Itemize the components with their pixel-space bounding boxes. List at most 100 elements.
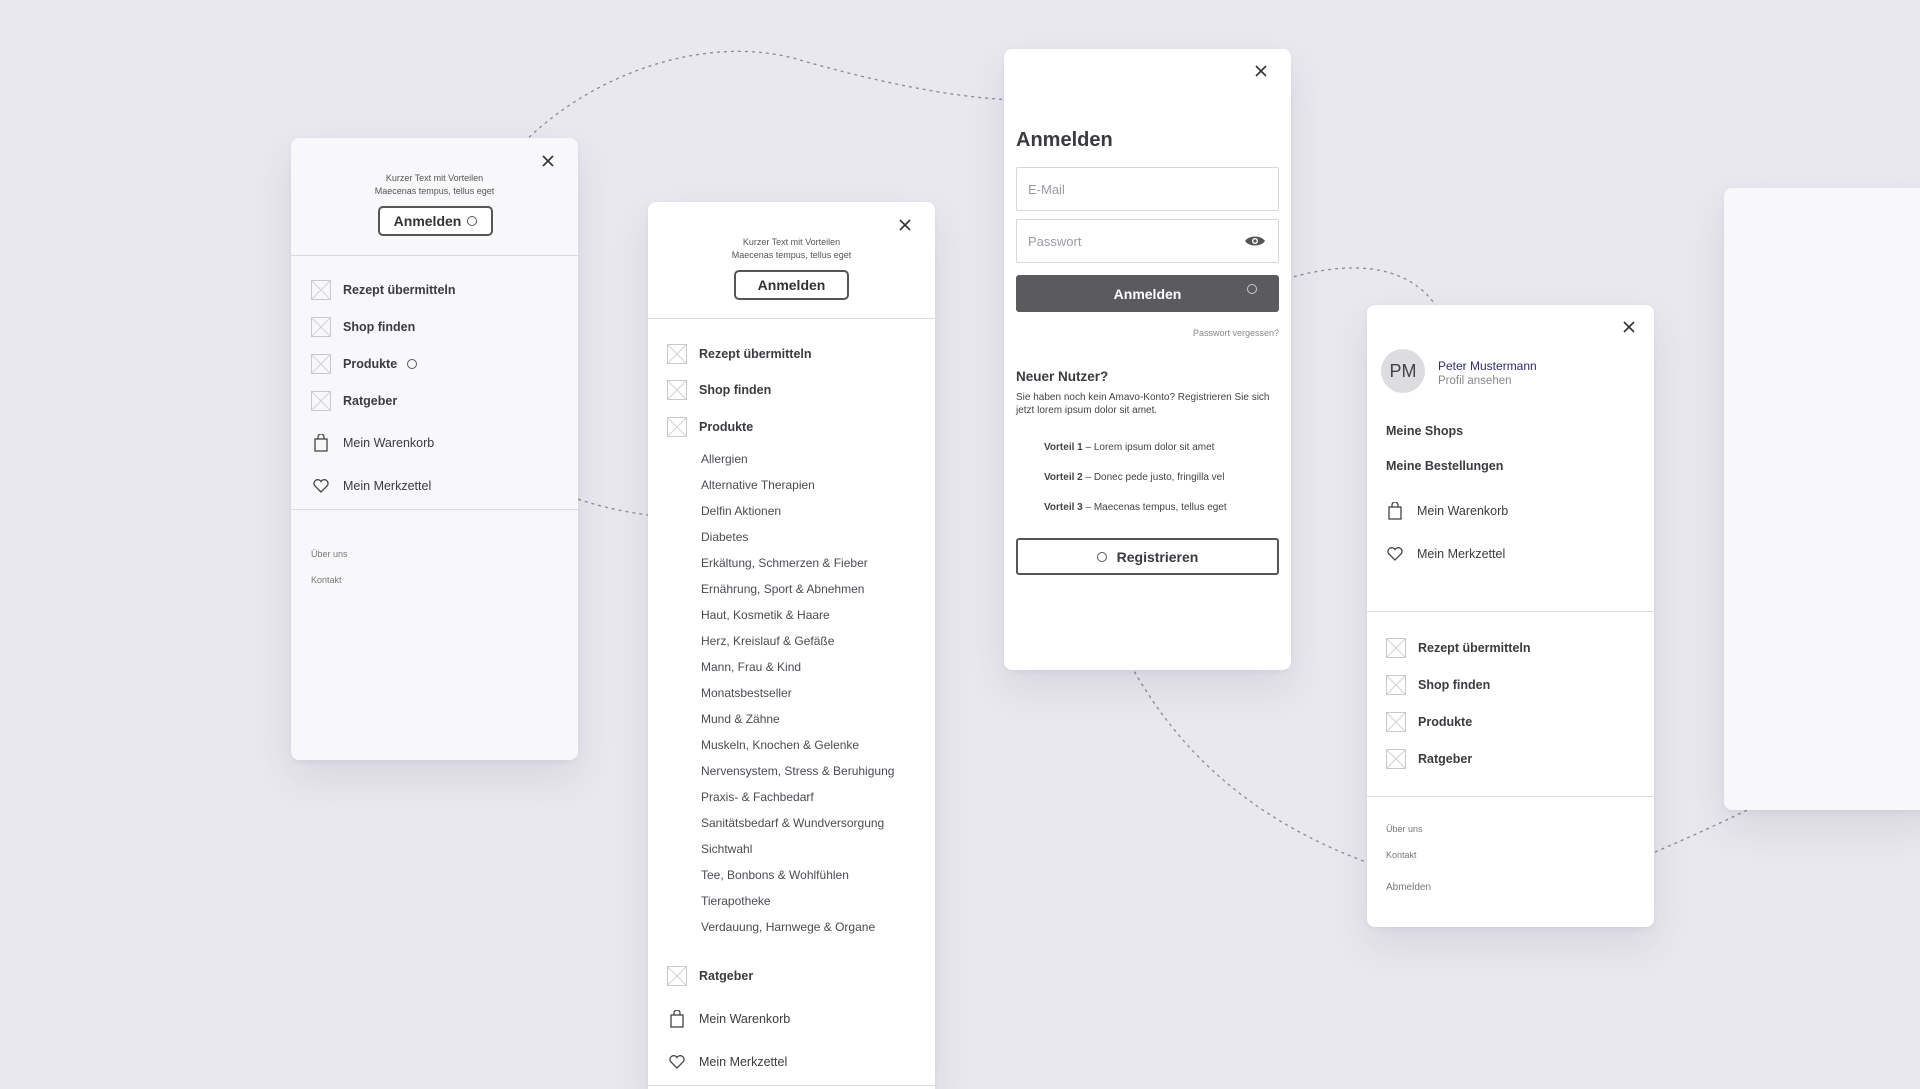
new-user-title: Neuer Nutzer? <box>1016 369 1109 384</box>
subcategory-item[interactable]: Ernährung, Sport & Abnehmen <box>701 582 864 596</box>
account-item-orders[interactable]: Meine Bestellungen <box>1386 459 1503 473</box>
submit-login-button[interactable]: Anmelden <box>1016 275 1279 312</box>
nav-item-ratgeber[interactable]: Ratgeber <box>311 391 397 411</box>
promo-line-2: Maecenas tempus, tellus eget <box>374 186 495 196</box>
nav-item-produkte[interactable]: Produkte <box>311 354 397 374</box>
subcategory-item[interactable]: Mann, Frau & Kind <box>701 660 801 674</box>
tap-indicator-icon <box>1096 551 1107 562</box>
link-kontakt[interactable]: Kontakt <box>311 575 342 585</box>
nav-item-label: Shop finden <box>1418 678 1491 692</box>
login-button-label: Anmelden <box>757 277 826 293</box>
subcategory-item[interactable]: Delfin Aktionen <box>701 504 781 518</box>
benefit-text: – Donec pede justo, fringilla vel <box>1082 472 1225 483</box>
menu-guest-panel: Kurzer Text mit Vorteilen Maecenas tempu… <box>291 138 578 760</box>
subcategory-item[interactable]: Monatsbestseller <box>701 686 792 700</box>
login-button[interactable]: Anmelden <box>734 270 849 300</box>
subcategory-item[interactable]: Herz, Kreislauf & Gefäße <box>701 634 834 648</box>
subcategory-item[interactable]: Tierapotheke <box>701 894 771 908</box>
show-password-icon[interactable] <box>1244 234 1266 253</box>
close-icon[interactable] <box>895 215 915 235</box>
nav-item-shop[interactable]: Shop finden <box>1386 675 1490 695</box>
close-icon[interactable] <box>1619 317 1639 337</box>
nav-item-warenkorb[interactable]: Mein Warenkorb <box>1385 501 1508 521</box>
benefit-title: Vorteil 1 <box>1044 442 1083 453</box>
subcategory-item[interactable]: Verdauung, Harnwege & Organe <box>701 920 875 934</box>
nav-item-produkte[interactable]: Produkte <box>1386 712 1472 732</box>
account-item-shops[interactable]: Meine Shops <box>1386 424 1463 438</box>
placeholder-icon <box>311 354 331 374</box>
placeholder-icon <box>1386 749 1406 769</box>
nav-item-label: Rezept übermitteln <box>699 347 812 361</box>
register-button[interactable]: Registrieren <box>1016 538 1279 575</box>
subcategory-item[interactable]: Haut, Kosmetik & Haare <box>701 608 830 622</box>
link-ueber-uns[interactable]: Über uns <box>1386 824 1423 834</box>
nav-item-shop[interactable]: Shop finden <box>667 380 771 400</box>
nav-item-label: Rezept übermitteln <box>1418 641 1531 655</box>
nav-item-merkzettel[interactable]: Mein Merkzettel <box>311 476 431 496</box>
subcategory-item[interactable]: Erkältung, Schmerzen & Fieber <box>701 556 868 570</box>
benefit-item: Vorteil 2 – Donec pede justo, fringilla … <box>1044 472 1224 483</box>
divider <box>648 318 935 319</box>
subcategory-item[interactable]: Tee, Bonbons & Wohlfühlen <box>701 868 849 882</box>
divider <box>1367 796 1654 797</box>
subcategory-item[interactable]: Mund & Zähne <box>701 712 780 726</box>
nav-item-ratgeber[interactable]: Ratgeber <box>667 966 753 986</box>
subcategory-item[interactable]: Alternative Therapien <box>701 478 815 492</box>
heart-icon <box>667 1052 687 1072</box>
link-kontakt[interactable]: Kontakt <box>1386 850 1417 860</box>
login-button[interactable]: Anmelden <box>378 206 493 236</box>
forgot-password-link[interactable]: Passwort vergessen? <box>1193 328 1279 338</box>
placeholder-icon <box>311 391 331 411</box>
nav-item-ratgeber[interactable]: Ratgeber <box>1386 749 1472 769</box>
benefit-text: – Lorem ipsum dolor sit amet <box>1082 442 1215 453</box>
avatar[interactable]: PM <box>1381 349 1425 393</box>
subcategory-item[interactable]: Praxis- & Fachbedarf <box>701 790 814 804</box>
subcategory-item[interactable]: Sichtwahl <box>701 842 752 856</box>
close-icon[interactable] <box>538 151 558 171</box>
nav-item-rezept[interactable]: Rezept übermitteln <box>667 344 812 364</box>
close-icon[interactable] <box>1251 61 1271 81</box>
subcategory-item[interactable]: Muskeln, Knochen & Gelenke <box>701 738 859 752</box>
nav-item-rezept[interactable]: Rezept übermitteln <box>311 280 456 300</box>
divider <box>648 1085 935 1086</box>
subcategory-item[interactable]: Sanitätsbedarf & Wundversorgung <box>701 816 884 830</box>
register-label: Registrieren <box>1116 548 1199 565</box>
nav-item-label: Produkte <box>343 357 398 371</box>
link-ueber-uns[interactable]: Über uns <box>311 549 348 559</box>
nav-item-label: Produkte <box>1418 715 1473 729</box>
nav-item-warenkorb[interactable]: Mein Warenkorb <box>667 1009 790 1029</box>
benefit-title: Vorteil 2 <box>1044 472 1083 483</box>
avatar-initials: PM <box>1389 360 1417 381</box>
nav-item-warenkorb[interactable]: Mein Warenkorb <box>311 433 434 453</box>
benefit-text: – Maecenas tempus, tellus eget <box>1082 502 1227 513</box>
placeholder-icon <box>1386 675 1406 695</box>
tap-indicator-icon <box>467 216 478 226</box>
login-button-label: Anmelden <box>393 213 462 229</box>
nav-item-label: Mein Merkzettel <box>699 1055 788 1069</box>
profile-link[interactable]: Profil ansehen <box>1438 375 1512 387</box>
tap-indicator-icon <box>407 359 417 369</box>
new-user-text: Sie haben noch kein Amavo-Konto? Registr… <box>1016 392 1270 416</box>
nav-item-label: Shop finden <box>343 320 416 334</box>
nav-item-merkzettel[interactable]: Mein Merkzettel <box>667 1052 787 1072</box>
promo-text: Kurzer Text mit Vorteilen Maecenas tempu… <box>291 172 578 198</box>
nav-item-label: Mein Warenkorb <box>343 436 435 450</box>
placeholder-icon <box>1386 638 1406 658</box>
nav-item-label: Mein Warenkorb <box>1417 504 1509 518</box>
logout-link[interactable]: Abmelden <box>1386 882 1431 893</box>
subcategory-item[interactable]: Allergien <box>701 452 748 466</box>
subcategory-item[interactable]: Diabetes <box>701 530 748 544</box>
email-field[interactable] <box>1016 167 1279 211</box>
nav-item-merkzettel[interactable]: Mein Merkzettel <box>1385 544 1505 564</box>
nav-item-rezept[interactable]: Rezept übermitteln <box>1386 638 1531 658</box>
password-field[interactable] <box>1016 219 1279 263</box>
nav-item-produkte[interactable]: Produkte <box>667 417 753 437</box>
divider <box>291 509 578 510</box>
benefit-item: Vorteil 1 – Lorem ipsum dolor sit amet <box>1044 442 1214 453</box>
placeholder-icon <box>667 417 687 437</box>
promo-text: Kurzer Text mit Vorteilen Maecenas tempu… <box>648 236 935 262</box>
placeholder-icon <box>311 280 331 300</box>
bag-icon <box>311 433 331 453</box>
nav-item-shop[interactable]: Shop finden <box>311 317 415 337</box>
subcategory-item[interactable]: Nervensystem, Stress & Beruhigung <box>701 764 894 778</box>
